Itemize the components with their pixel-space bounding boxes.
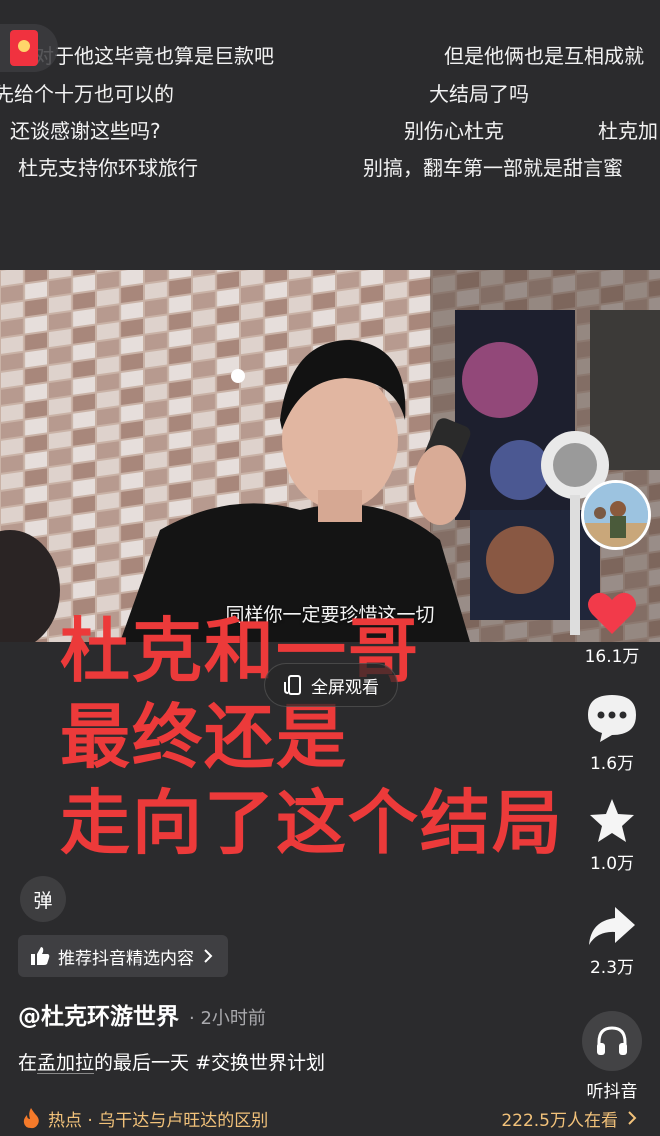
fullscreen-rotate-icon: [284, 675, 301, 695]
danmaku-comment: 还谈感谢这些吗?: [10, 119, 161, 143]
author-avatar[interactable]: [581, 480, 651, 550]
fire-icon: [23, 1108, 39, 1129]
chevron-right-icon: [204, 949, 213, 963]
viewer-count: 222.5万人在看: [501, 1110, 618, 1131]
avatar-image: [584, 483, 648, 547]
favorite-count: 1.0万: [589, 854, 635, 874]
video-frame: [0, 270, 660, 642]
like-button[interactable]: 16.1万: [564, 590, 660, 667]
red-packet-button[interactable]: [0, 24, 58, 72]
listen-label: 听抖音: [586, 1082, 638, 1102]
favorite-button[interactable]: 1.0万: [564, 797, 660, 874]
hot-topic-label: 热点 · 乌干达与卢旺达的区别: [48, 1110, 269, 1131]
star-icon: [590, 799, 634, 842]
description-prefix: 在: [18, 1052, 38, 1074]
recommend-chip[interactable]: 推荐抖音精选内容: [18, 935, 228, 977]
description-text: 的最后一天 #交换世界计划: [94, 1052, 325, 1074]
danmaku-comment: 别搞，翻车第一部就是甜言蜜: [363, 156, 623, 180]
like-count: 16.1万: [584, 647, 640, 667]
danmaku-comment: 但是他俩也是互相成就: [444, 44, 644, 68]
chevron-right-icon: [628, 1111, 637, 1125]
location-link[interactable]: 孟加拉: [37, 1052, 94, 1074]
video-description: 在孟加拉的最后一天 #交换世界计划: [18, 1048, 325, 1075]
share-count: 2.3万: [589, 958, 635, 978]
danmaku-comment: 大结局了吗: [429, 82, 529, 106]
hot-topic-bar[interactable]: 热点 · 乌干达与卢旺达的区别 222.5万人在看: [0, 1100, 660, 1136]
overlay-title: 杜克和一哥 最终还是 走向了这个结局: [60, 608, 620, 866]
danmaku-comment: 对于他这毕竟也算是巨款吧: [34, 44, 274, 68]
thumbs-up-icon: [31, 947, 50, 965]
heart-icon: [588, 592, 636, 634]
video-player[interactable]: 同样你一定要珍惜这一切: [0, 270, 660, 642]
share-button[interactable]: 2.3万: [564, 905, 660, 978]
danmaku-toggle-button[interactable]: 弹: [20, 876, 66, 922]
danmaku-comment: 杜克加: [598, 119, 658, 143]
danmaku-comment: 先给个十万也可以的: [0, 82, 174, 106]
recommend-label: 推荐抖音精选内容: [58, 948, 194, 969]
overlay-title-line: 走向了这个结局: [60, 782, 564, 864]
hot-viewers: 222.5万人在看: [501, 1106, 638, 1131]
post-time: · 2小时前: [189, 1008, 266, 1029]
hot-topic: 热点 · 乌干达与卢旺达的区别: [22, 1106, 268, 1131]
danmaku-comment: 杜克支持你环球旅行: [18, 156, 198, 180]
headphones-icon: [597, 1026, 627, 1055]
comment-button[interactable]: 1.6万: [564, 693, 660, 774]
danmaku-layer: 对于他这毕竟也算是巨款吧 但是他俩也是互相成就 先给个十万也可以的 大结局了吗 …: [0, 0, 660, 270]
comment-bubble-icon: [588, 695, 636, 742]
danmaku-comment: 别伤心杜克: [404, 119, 504, 143]
author-line: @杜克环游世界 · 2小时前: [18, 997, 266, 1031]
comment-count: 1.6万: [589, 754, 635, 774]
listen-circle: [582, 1011, 642, 1071]
red-envelope-icon: [10, 30, 38, 66]
share-arrow-icon: [589, 907, 635, 945]
fullscreen-label: 全屏观看: [311, 677, 379, 698]
listen-douyin-button[interactable]: 听抖音: [564, 1011, 660, 1102]
danmaku-toggle-label: 弹: [33, 889, 53, 912]
fullscreen-button[interactable]: 全屏观看: [264, 663, 398, 707]
author-name[interactable]: @杜克环游世界: [18, 997, 179, 1031]
